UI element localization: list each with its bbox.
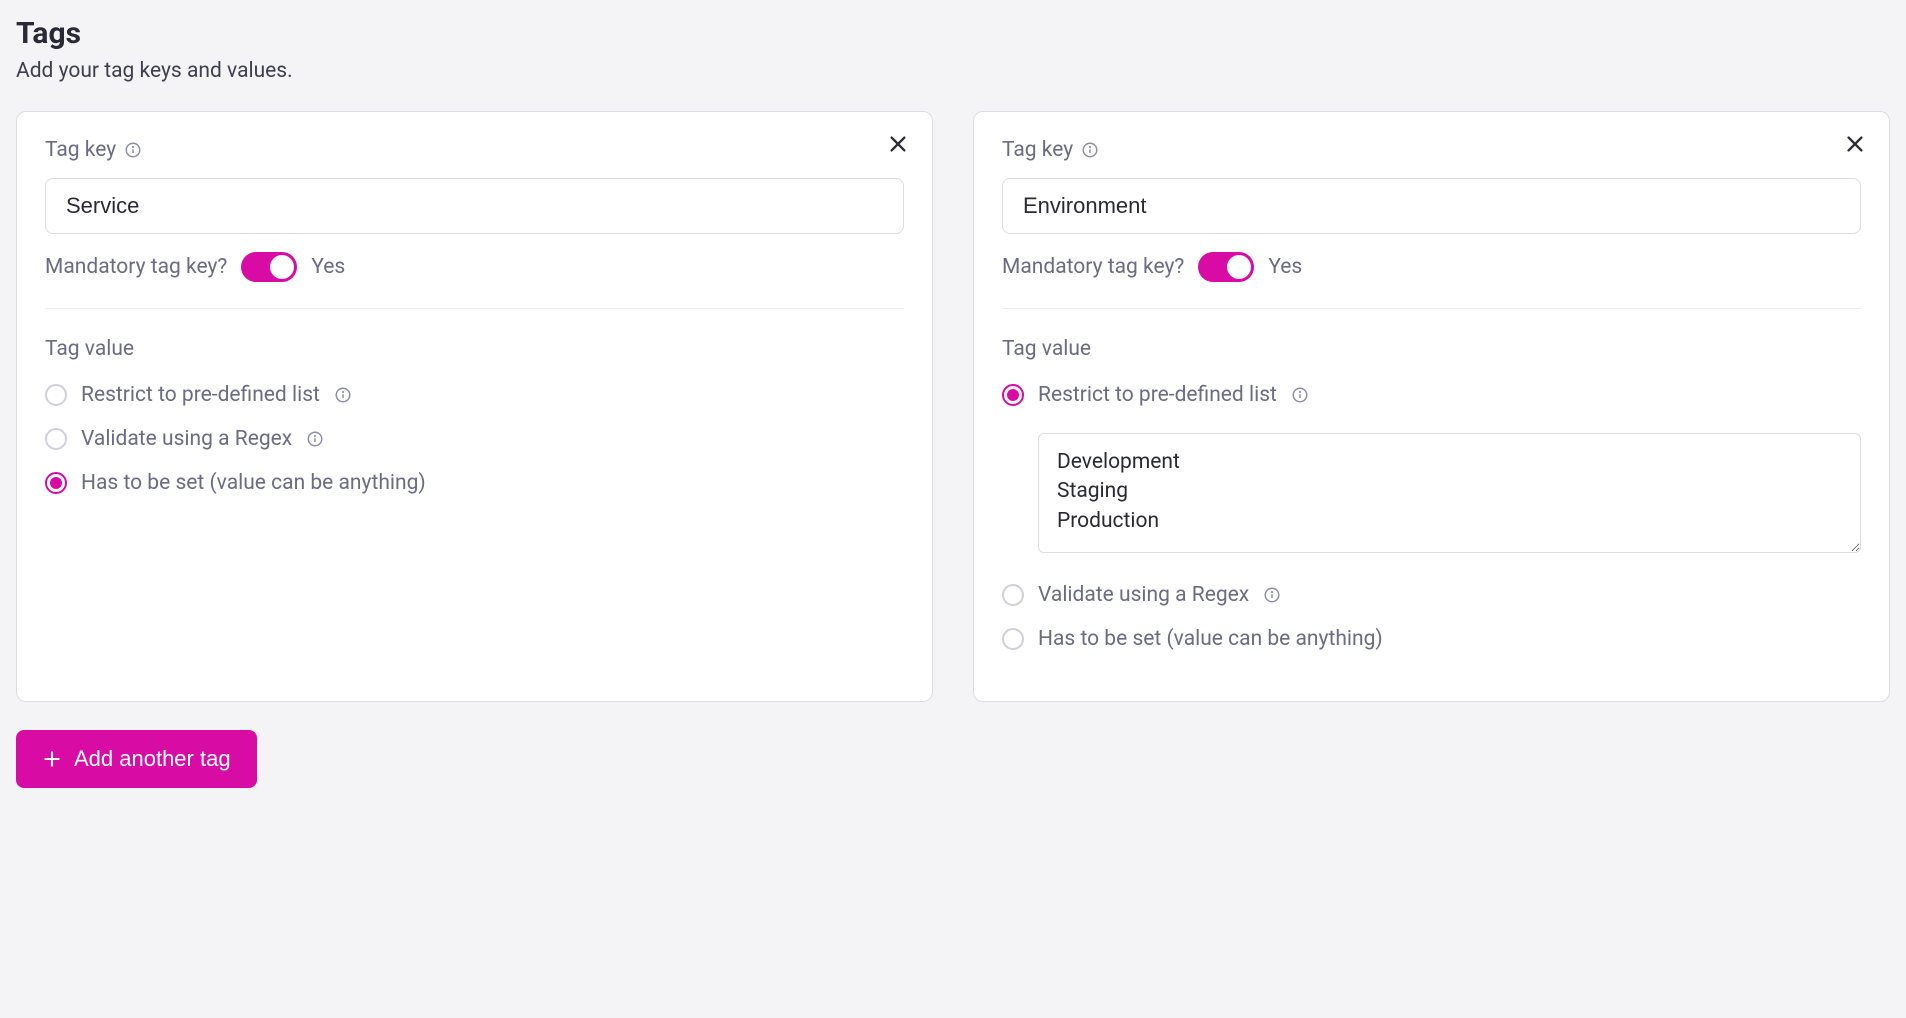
tag-key-label-row: Tag key — [1002, 138, 1861, 162]
tag-key-label: Tag key — [45, 138, 116, 162]
info-icon[interactable] — [124, 141, 142, 159]
mandatory-state: Yes — [1268, 255, 1302, 279]
radio-label: Restrict to pre-defined list — [81, 383, 320, 407]
mandatory-state: Yes — [311, 255, 345, 279]
mandatory-toggle[interactable] — [1198, 252, 1254, 282]
predefined-values-textarea[interactable] — [1038, 433, 1861, 553]
radio-option-any[interactable]: Has to be set (value can be anything) — [45, 471, 904, 495]
radio-icon — [1002, 628, 1024, 650]
tag-key-label-row: Tag key — [45, 138, 904, 162]
tag-value-label: Tag value — [45, 337, 904, 361]
add-another-tag-button[interactable]: Add another tag — [16, 730, 257, 788]
plus-icon — [42, 749, 62, 769]
mandatory-row: Mandatory tag key? Yes — [1002, 252, 1861, 309]
radio-option-predefined[interactable]: Restrict to pre-defined list — [1002, 383, 1861, 407]
tag-card: Tag key Mandatory tag key? Yes Tag value… — [973, 111, 1890, 702]
radio-label: Validate using a Regex — [1038, 583, 1249, 607]
close-icon[interactable] — [884, 130, 912, 158]
add-button-label: Add another tag — [74, 746, 231, 772]
radio-label: Has to be set (value can be anything) — [81, 471, 426, 495]
page-title: Tags — [16, 16, 1890, 51]
info-icon[interactable] — [1263, 586, 1281, 604]
mandatory-toggle[interactable] — [241, 252, 297, 282]
tag-value-label: Tag value — [1002, 337, 1861, 361]
tag-key-label: Tag key — [1002, 138, 1073, 162]
close-icon[interactable] — [1841, 130, 1869, 158]
mandatory-label: Mandatory tag key? — [1002, 255, 1184, 279]
radio-icon — [45, 384, 67, 406]
mandatory-row: Mandatory tag key? Yes — [45, 252, 904, 309]
tag-cards-row: Tag key Mandatory tag key? Yes Tag value… — [16, 111, 1890, 702]
radio-icon — [1002, 384, 1024, 406]
tag-key-input[interactable] — [45, 178, 904, 234]
radio-icon — [45, 428, 67, 450]
tag-card: Tag key Mandatory tag key? Yes Tag value… — [16, 111, 933, 702]
page-subtitle: Add your tag keys and values. — [16, 59, 1890, 83]
radio-icon — [45, 472, 67, 494]
info-icon[interactable] — [1291, 386, 1309, 404]
info-icon[interactable] — [306, 430, 324, 448]
radio-option-any[interactable]: Has to be set (value can be anything) — [1002, 627, 1861, 651]
tag-key-input[interactable] — [1002, 178, 1861, 234]
radio-label: Validate using a Regex — [81, 427, 292, 451]
info-icon[interactable] — [1081, 141, 1099, 159]
radio-icon — [1002, 584, 1024, 606]
radio-label: Has to be set (value can be anything) — [1038, 627, 1383, 651]
mandatory-label: Mandatory tag key? — [45, 255, 227, 279]
info-icon[interactable] — [334, 386, 352, 404]
toggle-knob — [1227, 255, 1251, 279]
toggle-knob — [270, 255, 294, 279]
radio-option-regex[interactable]: Validate using a Regex — [1002, 583, 1861, 607]
radio-option-predefined[interactable]: Restrict to pre-defined list — [45, 383, 904, 407]
radio-option-regex[interactable]: Validate using a Regex — [45, 427, 904, 451]
radio-label: Restrict to pre-defined list — [1038, 383, 1277, 407]
